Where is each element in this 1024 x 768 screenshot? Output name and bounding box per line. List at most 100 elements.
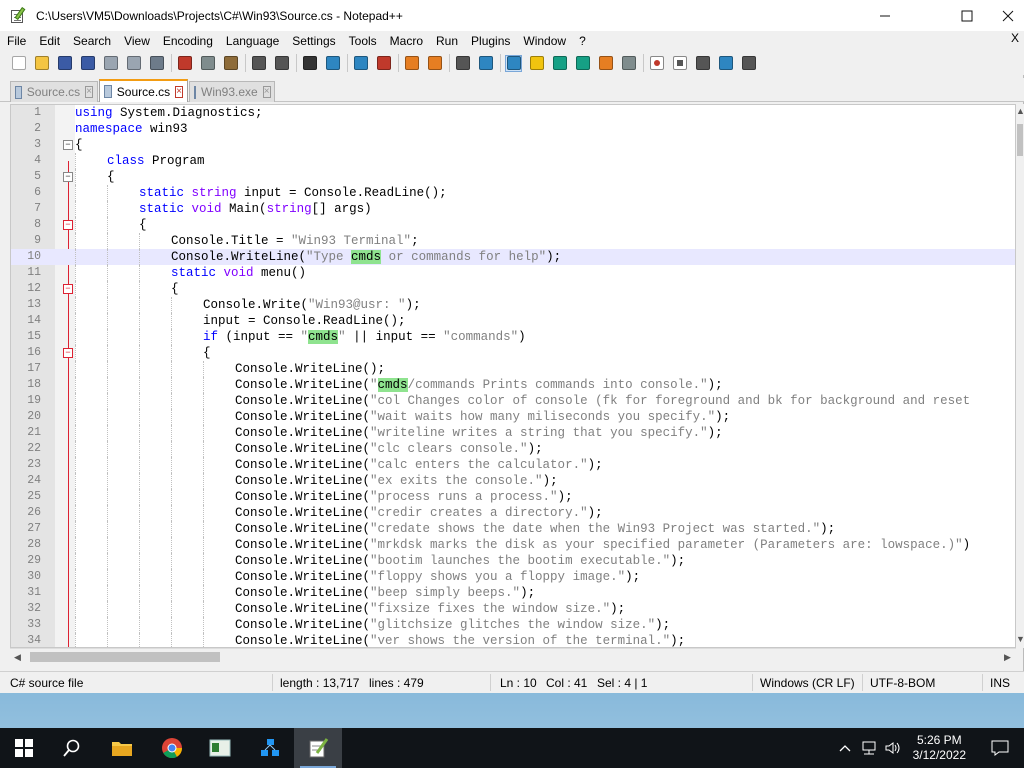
code-line[interactable]: 19 Console.WriteLine("col Changes color o… (11, 393, 1015, 409)
tab-close-icon[interactable]: × (262, 86, 271, 98)
code-line[interactable]: 12 − { (11, 281, 1015, 297)
minimize-button[interactable] (862, 0, 908, 31)
code-editor[interactable]: 1 using System.Diagnostics; 2 namespace win… (10, 104, 1016, 648)
menu-file[interactable]: File (0, 34, 32, 48)
doc-map-button[interactable] (551, 55, 568, 72)
tab-close-icon[interactable]: × (85, 86, 93, 98)
save-macro-button[interactable] (740, 55, 757, 72)
code-line[interactable]: 9 Console.Title = "Win93 Terminal"; (11, 233, 1015, 249)
menu-edit[interactable]: Edit (32, 34, 66, 48)
replace-button[interactable] (324, 55, 341, 72)
terminal-app-button[interactable] (196, 728, 244, 768)
monitor-button[interactable] (620, 55, 637, 72)
code-line[interactable]: 3 −{ (11, 137, 1015, 153)
close-button[interactable] (992, 0, 1024, 31)
code-line[interactable]: 22 Console.WriteLine("clc clears console.… (11, 441, 1015, 457)
scroll-right-icon[interactable]: ▶ (1004, 652, 1011, 663)
code-line[interactable]: 17 Console.WriteLine(); (11, 361, 1015, 377)
network-icon[interactable] (860, 740, 878, 756)
sync-v-button[interactable] (403, 55, 420, 72)
fold-toggle-icon[interactable]: − (63, 220, 73, 230)
code-line[interactable]: 4 class Program (11, 153, 1015, 169)
fold-toggle-icon[interactable]: − (63, 348, 73, 358)
open-file-button[interactable] (33, 55, 50, 72)
code-line[interactable]: 33 Console.WriteLine("glitchsize glitches… (11, 617, 1015, 633)
code-line[interactable]: 27 Console.WriteLine("credate shows the d… (11, 521, 1015, 537)
menu-window[interactable]: Window (516, 34, 572, 48)
fold-toggle-icon[interactable]: − (63, 284, 73, 294)
code-line[interactable]: 32 Console.WriteLine("fixsize fixes the w… (11, 601, 1015, 617)
code-line[interactable]: 6 static string input = Console.ReadLine(… (11, 185, 1015, 201)
status-encoding[interactable]: UTF-8-BOM (870, 676, 935, 690)
tab-win93-exe[interactable]: Win93.exe × (189, 81, 275, 102)
fold-toggle-icon[interactable]: − (63, 172, 73, 182)
fold-toggle-icon[interactable]: − (63, 140, 73, 150)
file-explorer-button[interactable] (98, 728, 146, 768)
save-button[interactable] (56, 55, 73, 72)
find-button[interactable] (301, 55, 318, 72)
redo-button[interactable] (273, 55, 290, 72)
indent-guide-button[interactable] (505, 54, 522, 72)
code-line[interactable]: 15 if (input == "cmds" || input == "comma… (11, 329, 1015, 345)
record-macro-button[interactable] (648, 55, 665, 72)
maximize-button[interactable] (944, 0, 990, 31)
code-line[interactable]: 34 Console.WriteLine("ver shows the versi… (11, 633, 1015, 647)
visual-studio-button[interactable] (246, 728, 294, 768)
tab-source-cs-1[interactable]: Source.cs × (10, 81, 98, 102)
code-line[interactable]: 13 Console.Write("Win93@usr: "); (11, 297, 1015, 313)
tab-source-cs-2[interactable]: Source.cs × (99, 79, 188, 102)
menu-plugins[interactable]: Plugins (464, 34, 516, 48)
function-list-button[interactable] (574, 55, 591, 72)
show-all-chars-button[interactable] (477, 55, 494, 72)
cut-button[interactable] (176, 55, 193, 72)
volume-icon[interactable] (884, 740, 902, 756)
code-line[interactable]: 14 input = Console.ReadLine(); (11, 313, 1015, 329)
print-button[interactable] (148, 55, 165, 72)
code-line[interactable]: 26 Console.WriteLine("credir creates a di… (11, 505, 1015, 521)
title-bar[interactable]: C:\Users\VM5\Downloads\Projects\C#\Win93… (0, 0, 1024, 31)
horizontal-scroll-thumb[interactable] (30, 652, 220, 662)
code-line[interactable]: 5 − { (11, 169, 1015, 185)
scroll-up-icon[interactable]: ▲ (1016, 106, 1024, 116)
code-line[interactable]: 20 Console.WriteLine("wait waits how many… (11, 409, 1015, 425)
start-button[interactable] (0, 728, 48, 768)
taskbar-clock[interactable]: 5:26 PM 3/12/2022 (913, 733, 966, 763)
menu-view[interactable]: View (117, 34, 156, 48)
play-macro-button[interactable] (694, 55, 711, 72)
vertical-scrollbar[interactable]: ▲ ▼ (1016, 104, 1024, 648)
new-file-button[interactable] (10, 55, 27, 72)
menu-help[interactable]: ? (572, 34, 592, 48)
code-line[interactable]: 1 using System.Diagnostics; (11, 105, 1015, 121)
code-line[interactable]: 31 Console.WriteLine("beep simply beeps."… (11, 585, 1015, 601)
menu-macro[interactable]: Macro (383, 34, 429, 48)
stop-macro-button[interactable] (671, 55, 688, 72)
tab-close-icon[interactable]: × (175, 85, 183, 98)
code-line[interactable]: 29 Console.WriteLine("bootim launches the… (11, 553, 1015, 569)
close-button[interactable] (102, 55, 119, 72)
sync-h-button[interactable] (426, 55, 443, 72)
run-macro-multiple-button[interactable] (717, 55, 734, 72)
code-line[interactable]: 28 Console.WriteLine("mrkdsk marks the di… (11, 537, 1015, 553)
menu-encoding[interactable]: Encoding (156, 34, 219, 48)
code-line[interactable]: 25 Console.WriteLine("process runs a proc… (11, 489, 1015, 505)
notepadpp-app-icon[interactable] (10, 6, 26, 24)
close-all-button[interactable] (125, 55, 142, 72)
scroll-down-icon[interactable]: ▼ (1016, 634, 1024, 644)
menu-language[interactable]: Language (219, 34, 285, 48)
code-line[interactable]: 21 Console.WriteLine("writeline writes a … (11, 425, 1015, 441)
menu-run[interactable]: Run (429, 34, 464, 48)
code-line[interactable]: 8 − { (11, 217, 1015, 233)
status-eol[interactable]: Windows (CR LF) (760, 676, 855, 690)
code-line[interactable]: 30 Console.WriteLine("floppy shows you a … (11, 569, 1015, 585)
menu-tools[interactable]: Tools (342, 34, 383, 48)
chevron-up-icon[interactable] (838, 741, 852, 755)
undo-button[interactable] (250, 55, 267, 72)
word-wrap-button[interactable] (454, 55, 471, 72)
menu-settings[interactable]: Settings (285, 34, 341, 48)
status-insert-mode[interactable]: INS (990, 676, 1010, 690)
code-line[interactable]: 7 static void Main(string[] args) (11, 201, 1015, 217)
code-line[interactable]: 18 Console.WriteLine("cmds/commands Print… (11, 377, 1015, 393)
chrome-button[interactable] (148, 728, 196, 768)
action-center-button[interactable] (976, 728, 1024, 768)
zoom-out-button[interactable] (375, 55, 392, 72)
